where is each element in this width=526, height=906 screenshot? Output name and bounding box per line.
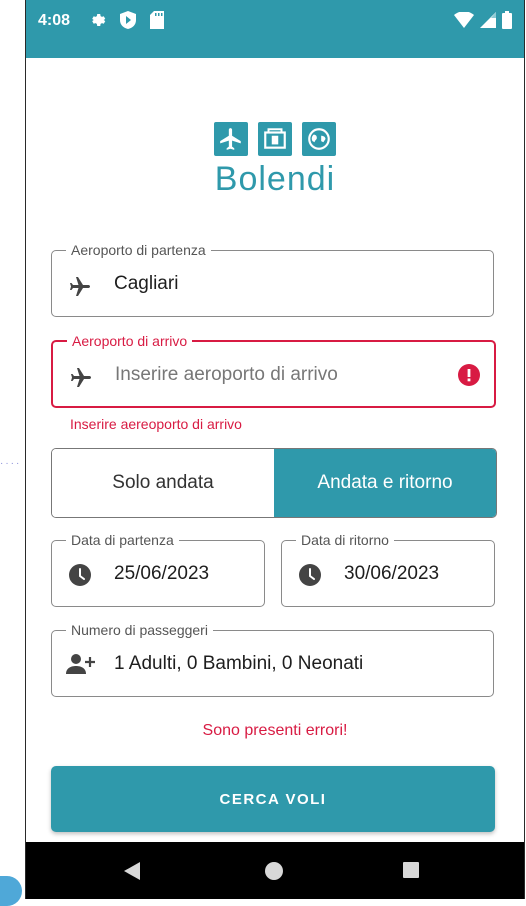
back-icon[interactable] [122,860,142,887]
wifi-icon [454,11,474,33]
status-bar: 4:08 [26,0,524,58]
add-person-icon [66,653,96,680]
app-logo: Bolendi [26,122,524,199]
departure-airport-value: Cagliari [114,273,179,294]
airplane-icon [69,366,93,395]
battery-icon [502,11,512,34]
return-date-label: Data di ritorno [296,531,394,549]
gear-icon [88,11,106,34]
departure-date-field[interactable]: Data di partenza 25/06/2023 [51,531,265,607]
arrival-airport-placeholder: Inserire aeroporto di arrivo [115,364,338,385]
airplane-icon [68,275,92,304]
return-date-field[interactable]: Data di ritorno 30/06/2023 [281,531,495,607]
clock-icon [68,563,92,592]
error-icon [458,364,480,391]
home-icon[interactable] [263,860,285,887]
arrival-airport-label: Aeroporto di arrivo [67,332,193,350]
decorative-dots-left: ···· [0,458,22,469]
airplane-icon [214,122,248,156]
form-error-message: Sono presenti errori! [202,722,348,739]
clock-icon [298,563,322,592]
search-flights-button[interactable]: CERCA VOLI [51,766,495,832]
one-way-option[interactable]: Solo andata [52,449,274,517]
passengers-label: Numero di passeggeri [66,621,213,639]
return-date-value: 30/06/2023 [344,563,440,584]
globe-icon [302,122,336,156]
arrival-airport-field[interactable]: Aeroporto di arrivo Inserire aeroporto d… [51,332,496,408]
departure-date-value: 25/06/2023 [114,563,210,584]
play-protect-icon [120,11,136,34]
recents-icon[interactable] [401,860,421,885]
arrival-airport-error: Inserire aereoporto di arrivo [70,416,242,432]
trip-type-toggle: Solo andata Andata e ritorno [51,448,497,518]
signal-icon [480,12,496,33]
departure-airport-label: Aeroporto di partenza [66,241,211,259]
navigation-bar [26,842,524,899]
status-time: 4:08 [38,12,71,29]
phone-screen: 4:08 Bolendi Aeroporto di partenza Cagli… [25,0,525,899]
departure-date-label: Data di partenza [66,531,179,549]
sd-card-icon [150,11,164,34]
round-trip-option[interactable]: Andata e ritorno [274,449,496,517]
passengers-value: 1 Adulti, 0 Bambini, 0 Neonati [114,653,364,674]
passengers-field[interactable]: Numero di passeggeri 1 Adulti, 0 Bambini… [51,621,494,697]
departure-airport-field[interactable]: Aeroporto di partenza Cagliari [51,241,494,317]
app-name: Bolendi [214,160,336,198]
decorative-shape [0,876,22,906]
luggage-icon [258,122,292,156]
